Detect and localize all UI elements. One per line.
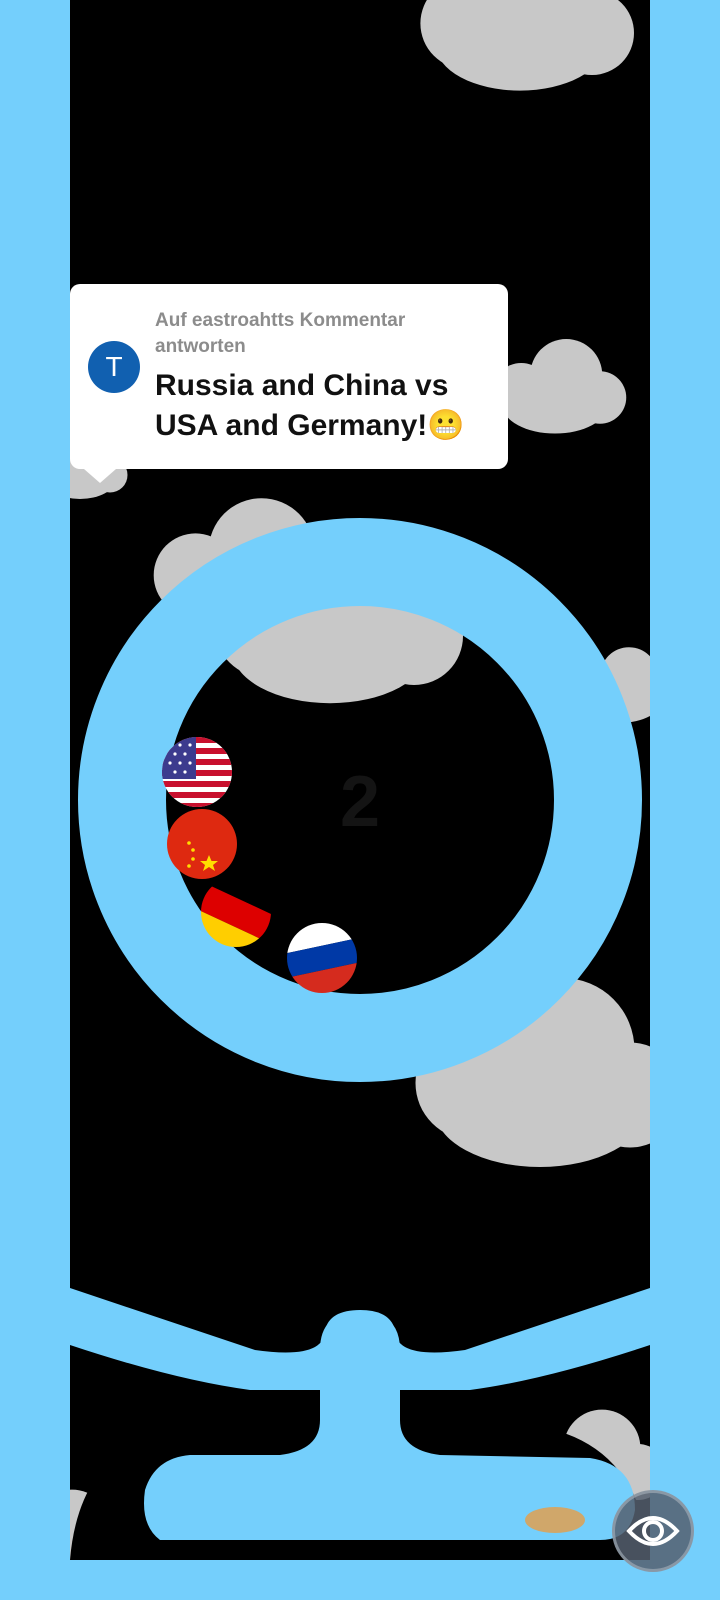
right-rail: [650, 0, 720, 1600]
orange-marker: [525, 1507, 585, 1533]
left-rail: [0, 0, 70, 1600]
reply-label: Auf eastroahtts Kommentar antworten: [155, 310, 406, 357]
eye-button[interactable]: [612, 1490, 694, 1572]
reply-comment-text: Russia and China vs USA and Germany!😬: [155, 369, 465, 442]
game-stage: 2: [0, 0, 720, 1600]
avatar-letter: T: [105, 351, 123, 382]
comment-reply-card: T Auf eastroahtts Kommentar antworten Ru…: [70, 284, 508, 483]
round-counter: 2: [340, 762, 380, 842]
avatar[interactable]: T: [88, 341, 140, 393]
bottom-floor: [70, 1560, 650, 1600]
eye-icon: [626, 1516, 680, 1546]
